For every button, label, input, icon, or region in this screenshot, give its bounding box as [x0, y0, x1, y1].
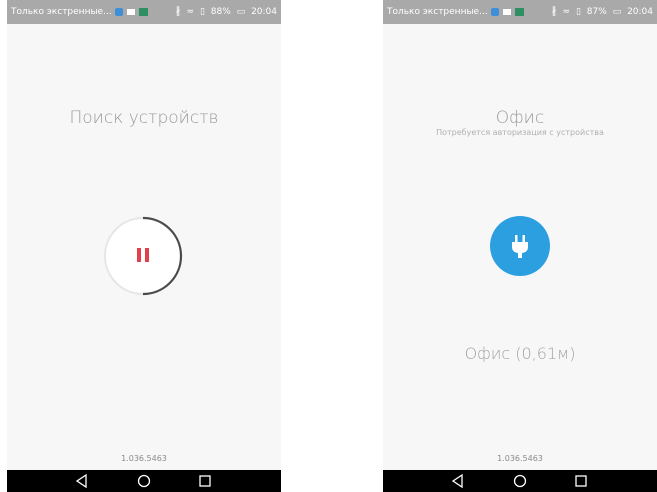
- pause-icon[interactable]: [137, 248, 141, 262]
- connect-button[interactable]: [490, 216, 550, 276]
- back-icon[interactable]: [450, 473, 466, 489]
- message-icon: [503, 9, 511, 15]
- home-icon[interactable]: [136, 473, 152, 489]
- status-left: Только экстренные...: [387, 0, 488, 24]
- photo-icon: [139, 8, 148, 16]
- auth-subtitle: Потребуется авторизация с устройства: [436, 128, 604, 137]
- pause-icon-right[interactable]: [145, 248, 149, 262]
- battery-percent: 87%: [586, 7, 607, 17]
- status-left-icons: [115, 8, 148, 16]
- page-title: Поиск устройств: [69, 108, 219, 128]
- battery-icon: ▭: [612, 7, 622, 17]
- photo-icon: [515, 8, 524, 16]
- bluetooth-icon: ∦: [551, 6, 557, 17]
- status-left: Только экстренные...: [11, 0, 112, 24]
- status-right: ∦ ≈ ▯ 88% ▭ 20:04: [176, 0, 277, 24]
- location-icon: [115, 8, 123, 16]
- phone-screen-search: Только экстренные... ∦ ≈ ▯ 88% ▭ 20:04 П…: [7, 0, 281, 492]
- search-spinner[interactable]: [103, 216, 183, 296]
- app-version: 1.036.5463: [121, 454, 167, 463]
- app-version: 1.036.5463: [497, 454, 543, 463]
- location-icon: [491, 8, 499, 16]
- battery-icon: ▭: [236, 7, 246, 17]
- message-icon: [127, 9, 135, 15]
- wifi-icon: ≈: [186, 7, 195, 17]
- sim-icon: ▯: [199, 7, 205, 17]
- back-icon[interactable]: [74, 473, 90, 489]
- android-navbar: [7, 470, 281, 492]
- status-left-icons: [491, 8, 524, 16]
- recent-apps-icon[interactable]: [197, 473, 213, 489]
- status-bar: Только экстренные... ∦ ≈ ▯ 87% ▭ 20:04: [383, 0, 657, 24]
- bluetooth-icon: ∦: [175, 6, 181, 17]
- wifi-icon: ≈: [562, 7, 571, 17]
- plug-icon: [512, 235, 528, 258]
- screenshot: Только экстренные... ∦ ≈ ▯ 88% ▭ 20:04 П…: [0, 0, 657, 492]
- device-distance-label[interactable]: Офис (0,61м): [383, 344, 657, 363]
- sim-icon: ▯: [575, 7, 581, 17]
- status-time: 20:04: [251, 7, 277, 17]
- android-navbar: [383, 470, 657, 492]
- notification-text: Только экстренные...: [11, 7, 112, 17]
- status-time: 20:04: [627, 7, 653, 17]
- status-bar: Только экстренные... ∦ ≈ ▯ 88% ▭ 20:04: [7, 0, 281, 24]
- home-icon[interactable]: [512, 473, 528, 489]
- device-title: Офис: [495, 108, 545, 128]
- recent-apps-icon[interactable]: [573, 473, 589, 489]
- status-right: ∦ ≈ ▯ 87% ▭ 20:04: [552, 0, 653, 24]
- notification-text: Только экстренные...: [387, 7, 488, 17]
- battery-percent: 88%: [210, 7, 231, 17]
- phone-screen-device: Только экстренные... ∦ ≈ ▯ 87% ▭ 20:04 О…: [383, 0, 657, 492]
